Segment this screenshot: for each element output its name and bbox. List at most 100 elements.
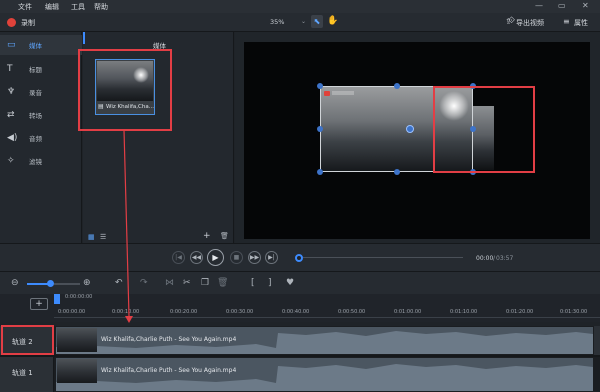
menu-help[interactable]: 帮助 <box>94 2 108 12</box>
ruler-tick: 0:01:00.00 <box>394 309 422 315</box>
sidebar-item-audio[interactable]: ◀) 音频 <box>0 128 82 148</box>
clip-name: Wiz Khalifa,Charlie Puth - See You Again… <box>101 336 237 343</box>
stop-button[interactable]: ■ <box>230 251 243 264</box>
delete-icon[interactable]: 🗑 <box>217 278 228 288</box>
track-1: 轨道 1 Wiz Khalifa,Charlie Puth - See You … <box>0 357 600 392</box>
ruler-tick: 0:01:20.00 <box>506 309 534 315</box>
prev-frame-button[interactable]: |◀ <box>172 251 185 264</box>
maximize-icon[interactable]: ▭ <box>558 1 566 10</box>
sidebar-item-label: 滤镜 <box>29 158 42 166</box>
audio-icon: ◀) <box>7 133 18 143</box>
menu-file[interactable]: 文件 <box>18 2 32 12</box>
copy-icon[interactable]: ❐ <box>201 278 209 288</box>
rewind-button[interactable]: ◀◀ <box>190 251 203 264</box>
ruler-tick: 0:00:00.00 <box>58 309 86 315</box>
resize-handle[interactable] <box>317 83 323 89</box>
highlight-box-preview <box>433 86 535 173</box>
list-view-icon[interactable]: ☰ <box>100 233 106 241</box>
mark-out-icon[interactable]: ] <box>268 278 272 288</box>
playhead-marker[interactable] <box>54 294 60 304</box>
sidebar: ▭ 媒体 T 标题 ♆ 录音 ⇄ 转场 ◀) 音频 ✧ 滤镜 <box>0 32 82 243</box>
ruler-tick: 0:01:10.00 <box>450 309 478 315</box>
record-icon[interactable] <box>7 18 16 27</box>
anchor-point-icon[interactable] <box>406 125 414 133</box>
sidebar-item-label: 转场 <box>29 112 42 120</box>
video-title-bar <box>332 91 354 95</box>
close-icon[interactable]: ✕ <box>582 1 589 10</box>
next-frame-button[interactable]: ▶| <box>265 251 278 264</box>
ruler-line <box>54 317 600 318</box>
time-total: 03:57 <box>496 255 514 262</box>
cut-icon[interactable]: ✂ <box>183 278 191 288</box>
add-media-button[interactable]: + <box>203 231 211 241</box>
export-icon[interactable]: ⇪ <box>505 17 512 26</box>
split-icon[interactable]: ⋈ <box>165 278 174 288</box>
zoom-select[interactable]: 35% <box>270 18 284 26</box>
clip-thumbnail <box>57 328 97 352</box>
sidebar-item-label: 录音 <box>29 89 42 97</box>
hand-tool-icon[interactable]: ✋ <box>327 16 338 26</box>
fast-forward-button[interactable]: ▶▶ <box>248 251 261 264</box>
record-button[interactable]: 录制 <box>21 18 35 28</box>
sidebar-item-filter[interactable]: ✧ 滤镜 <box>0 151 82 171</box>
ruler-tick: 0:00:50.00 <box>338 309 366 315</box>
time-separator: / <box>493 255 496 262</box>
highlight-box-track <box>1 325 54 355</box>
watermark-icon <box>324 91 330 96</box>
filter-icon: ✧ <box>7 156 15 166</box>
timeline-clip[interactable]: Wiz Khalifa,Charlie Puth - See You Again… <box>56 358 593 391</box>
track-label[interactable]: 轨道 1 <box>0 357 54 392</box>
export-button[interactable]: 导出视频 <box>516 18 544 28</box>
zoom-out-icon[interactable]: ⊖ <box>11 278 19 288</box>
zoom-slider-handle[interactable] <box>47 280 54 287</box>
menu-bar: 文件 编辑 工具 帮助 — ▭ ✕ <box>0 0 600 13</box>
playhead-time: 0:00:00:00 <box>65 294 93 300</box>
clip-name: Wiz Khalifa,Charlie Puth - See You Again… <box>101 367 237 374</box>
undo-icon[interactable]: ↶ <box>115 278 123 288</box>
track-2: 轨道 2 Wiz Khalifa,Charlie Puth - See You … <box>0 326 600 355</box>
resize-handle[interactable] <box>317 169 323 175</box>
resize-handle[interactable] <box>317 126 323 132</box>
minimize-icon[interactable]: — <box>535 1 543 10</box>
media-icon: ▭ <box>7 40 16 50</box>
media-panel: 媒体 ▤ Wiz Khalifa,Cha... ▦ ☰ + 🗑 <box>78 32 234 243</box>
ruler-tick: 0:00:40.00 <box>282 309 310 315</box>
player-controls: |◀ ◀◀ ▶ ■ ▶▶ ▶| 00:00 / 03:57 <box>0 243 600 271</box>
play-button[interactable]: ▶ <box>207 249 224 266</box>
redo-icon[interactable]: ↷ <box>140 278 148 288</box>
add-track-button[interactable]: + <box>30 298 48 310</box>
zoom-slider-fill <box>27 283 49 285</box>
pointer-tool-icon[interactable]: ⬉ <box>311 15 323 28</box>
sidebar-item-label: 音频 <box>29 135 42 143</box>
clip-end-marker <box>594 326 600 355</box>
resize-handle[interactable] <box>394 83 400 89</box>
grid-view-icon[interactable]: ▦ <box>88 233 95 241</box>
ruler-tick: 0:00:30.00 <box>226 309 254 315</box>
properties-icon[interactable]: ≡ <box>563 17 570 26</box>
playback-slider-handle[interactable] <box>295 254 303 262</box>
properties-button[interactable]: 属性 <box>574 18 588 28</box>
sidebar-item-voiceover[interactable]: ♆ 录音 <box>0 82 82 102</box>
sidebar-item-transition[interactable]: ⇄ 转场 <box>0 105 82 125</box>
sidebar-item-text[interactable]: T 标题 <box>0 59 82 79</box>
playback-slider-track[interactable] <box>303 257 463 258</box>
resize-handle[interactable] <box>394 169 400 175</box>
sidebar-item-media[interactable]: ▭ 媒体 <box>0 35 82 55</box>
zoom-slider-track <box>54 283 80 285</box>
preview-canvas <box>244 42 590 239</box>
ruler-tick: 0:00:20.00 <box>170 309 198 315</box>
mark-in-icon[interactable]: [ <box>251 278 255 288</box>
menu-edit[interactable]: 编辑 <box>45 2 59 12</box>
timeline-clip[interactable]: Wiz Khalifa,Charlie Puth - See You Again… <box>56 327 593 354</box>
time-current: 00:00 <box>476 255 494 262</box>
menu-tools[interactable]: 工具 <box>71 2 85 12</box>
trash-icon[interactable]: 🗑 <box>220 232 229 240</box>
marker-icon[interactable]: ♥ <box>286 278 294 288</box>
media-header-indicator <box>83 32 85 44</box>
sidebar-item-label: 媒体 <box>29 42 42 50</box>
highlight-box-media <box>78 49 172 131</box>
timeline-toolbar: ⊖ ⊕ ↶ ↷ ⋈ ✂ ❐ 🗑 [ ] ♥ <box>0 271 600 294</box>
chevron-down-icon[interactable]: ⌄ <box>301 18 306 25</box>
toolbar: 录制 35% ⌄ ⬉ ✋ ⟐ ⇪ 导出视频 ≡ 属性 <box>0 13 600 32</box>
zoom-in-icon[interactable]: ⊕ <box>83 278 91 288</box>
